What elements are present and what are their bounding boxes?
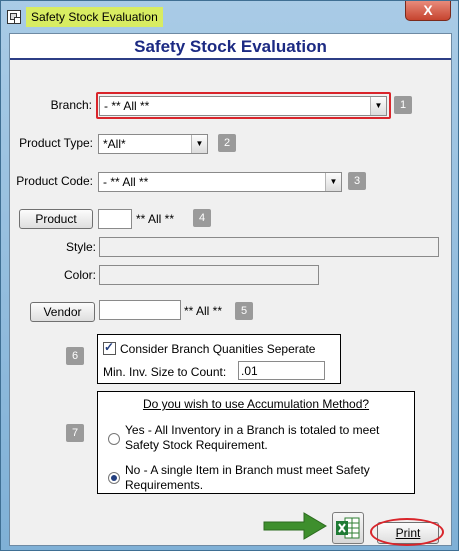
product-type-select-value: *All* — [103, 137, 126, 151]
chevron-down-icon[interactable]: ▼ — [191, 135, 207, 153]
branch-highlight — [96, 92, 391, 119]
close-button[interactable]: X — [405, 1, 451, 21]
vendor-all-text: ** All ** — [184, 304, 223, 318]
product-code-label: Product Code: — [16, 174, 93, 188]
window-title: Safety Stock Evaluation — [26, 7, 163, 27]
callout-badge-5: 5 — [235, 302, 253, 320]
accumulation-yes-radio[interactable] — [108, 433, 120, 445]
min-inv-label: Min. Inv. Size to Count: — [103, 365, 227, 379]
callout-badge-3: 3 — [348, 172, 366, 190]
app-window: Safety Stock Evaluation X Safety Stock E… — [0, 0, 459, 551]
window-app-icon — [7, 10, 21, 24]
accumulation-no-radio[interactable] — [108, 472, 120, 484]
product-all-text: ** All ** — [136, 212, 175, 226]
color-label: Color: — [63, 268, 96, 282]
consider-branch-checkbox[interactable] — [103, 340, 116, 355]
green-arrow-icon — [263, 512, 327, 540]
product-input[interactable] — [98, 209, 132, 229]
product-type-select[interactable]: *All* ▼ — [98, 134, 208, 154]
callout-badge-7: 7 — [66, 424, 84, 442]
style-field — [99, 237, 439, 257]
vendor-button[interactable]: Vendor — [30, 302, 95, 322]
accumulation-group: Do you wish to use Accumulation Method? … — [97, 391, 415, 494]
accumulation-no-line2: Requirements. — [125, 478, 204, 492]
form-panel: Safety Stock Evaluation Branch: - ** All… — [9, 33, 452, 546]
excel-export-button[interactable] — [332, 512, 364, 544]
product-type-label: Product Type: — [19, 136, 93, 150]
color-field — [99, 265, 319, 285]
print-highlight — [370, 518, 444, 546]
callout-badge-6: 6 — [66, 347, 84, 365]
accumulation-no-line1: No - A single Item in Branch must meet S… — [125, 463, 370, 477]
excel-icon — [336, 517, 360, 539]
product-code-select[interactable]: - ** All ** ▼ — [98, 172, 342, 192]
header-bar: Safety Stock Evaluation — [10, 34, 451, 60]
product-code-select-value: - ** All ** — [103, 175, 149, 189]
callout-badge-4: 4 — [193, 209, 211, 227]
vendor-input[interactable] — [99, 300, 181, 320]
chevron-down-icon[interactable]: ▼ — [325, 173, 341, 191]
accumulation-yes-line2: Safety Stock Requirement. — [125, 438, 268, 452]
callout-badge-1: 1 — [394, 96, 412, 114]
consider-branch-label: Consider Branch Quanities Seperate — [120, 342, 316, 356]
branch-options-group: Consider Branch Quanities Seperate Min. … — [97, 334, 341, 384]
page-title: Safety Stock Evaluation — [134, 37, 327, 56]
branch-label: Branch: — [50, 98, 92, 112]
accumulation-question: Do you wish to use Accumulation Method? — [142, 397, 370, 411]
product-button[interactable]: Product — [19, 209, 93, 229]
title-bar[interactable]: Safety Stock Evaluation X — [1, 1, 458, 33]
accumulation-yes-line1: Yes - All Inventory in a Branch is total… — [125, 423, 380, 437]
style-label: Style: — [65, 240, 96, 254]
callout-badge-2: 2 — [218, 134, 236, 152]
min-inv-input[interactable]: .01 — [238, 361, 325, 380]
